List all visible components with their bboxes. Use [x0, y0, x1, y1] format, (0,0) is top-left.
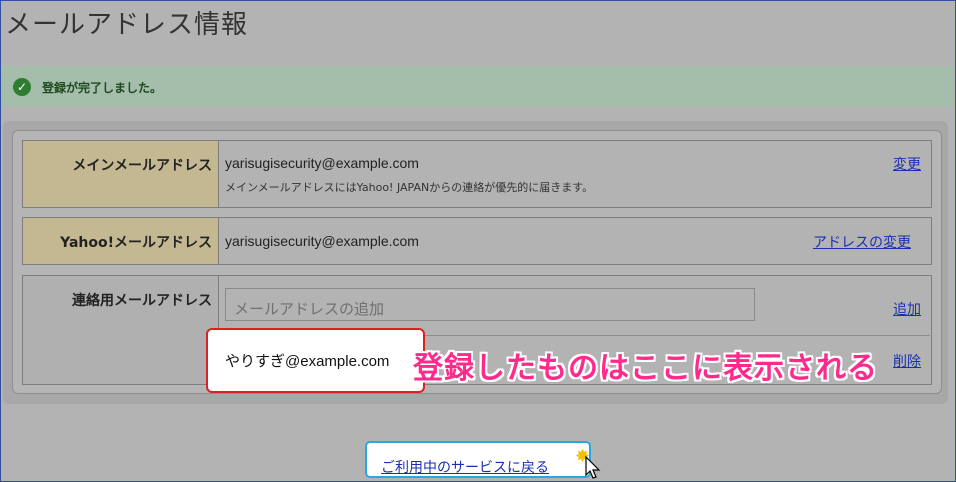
contact-address-label: 連絡用メールアドレス	[23, 276, 219, 384]
back-to-services-label[interactable]: ご利用中のサービスに戻る	[381, 457, 549, 477]
add-email-input[interactable]: メールアドレスの追加	[225, 288, 755, 321]
yahoo-address-value: yarisugisecurity@example.com	[225, 233, 419, 249]
registered-contact-address: やりすぎ@example.com	[225, 353, 390, 370]
success-text: 登録が完了しました。	[42, 81, 163, 95]
yahoo-address-row: Yahoo!メールアドレス	[22, 217, 932, 265]
yahoo-address-label: Yahoo!メールアドレス	[23, 218, 219, 264]
main-address-label: メインメールアドレス	[23, 141, 219, 207]
pointer-cursor-icon	[585, 456, 601, 479]
main-address-row: メインメールアドレス	[22, 140, 932, 208]
change-main-link[interactable]: 変更	[893, 154, 921, 174]
page-title: メールアドレス情報	[5, 10, 249, 40]
annotation-text: 登録したものはここに表示される	[413, 351, 878, 386]
delete-link[interactable]: 削除	[893, 351, 921, 371]
main-address-note: メインメールアドレスにはYahoo! JAPANからの連絡が優先的に届きます。	[225, 181, 594, 194]
add-link[interactable]: 追加	[893, 299, 921, 319]
main-address-value: yarisugisecurity@example.com	[225, 155, 419, 171]
change-address-link[interactable]: アドレスの変更	[813, 232, 911, 252]
check-circle-icon: ✓	[13, 78, 31, 96]
